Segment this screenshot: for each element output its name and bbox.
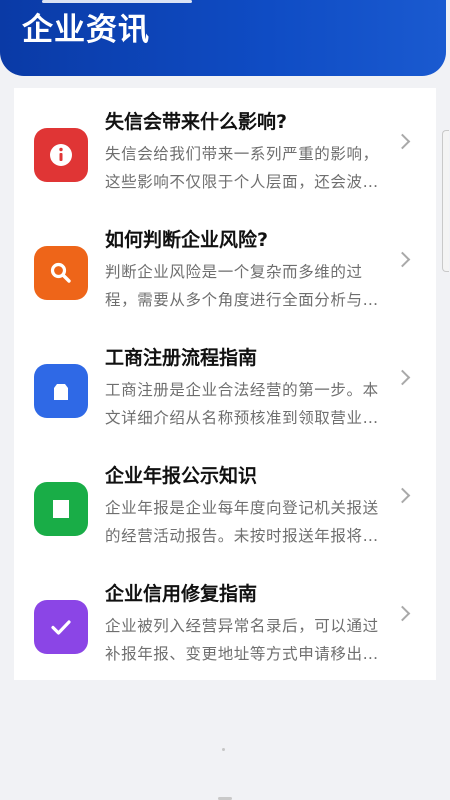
chevron-right-icon	[394, 605, 411, 622]
news-title: 企业年报公示知识	[105, 465, 258, 487]
building-icon	[34, 364, 88, 418]
news-item-credit-repair[interactable]: 企业信用修复指南 企业被列入经营异常名录后，可以通过补报年报、变更地址等方式申请…	[14, 560, 436, 678]
search-icon	[34, 246, 88, 300]
info-icon	[34, 128, 88, 182]
news-summary: 工商注册是企业合法经营的第一步。本文详细介绍从名称预核准到领取营业执照的流程。	[105, 381, 379, 427]
news-summary: 判断企业风险是一个复杂而多维的过程，需要从多个角度进行全面分析与评估。	[105, 263, 379, 309]
news-item-registration-guide[interactable]: 工商注册流程指南 工商注册是企业合法经营的第一步。本文详细介绍从名称预核准到领取…	[14, 324, 436, 442]
news-summary: 失信会给我们带来一系列严重的影响，这些影响不仅限于个人层面，还会波及企业和社会。	[105, 145, 379, 191]
news-summary: 企业被列入经营异常名录后，可以通过补报年报、变更地址等方式申请移出，恢复企业信用…	[105, 617, 379, 663]
chevron-right-icon	[394, 487, 411, 504]
news-item-annual-report[interactable]: 企业年报公示知识 企业年报是企业每年度向登记机关报送的经营活动报告。未按时报送年…	[14, 442, 436, 560]
news-item-risk-judgement[interactable]: 如何判断企业风险? 判断企业风险是一个复杂而多维的过程，需要从多个角度进行全面分…	[14, 206, 436, 324]
news-item-credit-impact[interactable]: 失信会带来什么影响? 失信会给我们带来一系列严重的影响，这些影响不仅限于个人层面…	[14, 88, 436, 206]
news-title: 失信会带来什么影响?	[105, 111, 288, 133]
app-header: 企业资讯	[0, 0, 446, 76]
header-decoration	[42, 0, 192, 3]
news-title: 工商注册流程指南	[105, 347, 258, 369]
chevron-right-icon	[394, 133, 411, 150]
news-list: 失信会带来什么影响? 失信会给我们带来一系列严重的影响，这些影响不仅限于个人层面…	[14, 88, 436, 680]
chevron-right-icon	[394, 369, 411, 386]
chevron-right-icon	[394, 251, 411, 268]
check-icon	[34, 600, 88, 654]
document-icon	[34, 482, 88, 536]
news-title: 如何判断企业风险?	[105, 229, 269, 251]
page-title: 企业资讯	[22, 12, 150, 48]
news-title: 企业信用修复指南	[105, 583, 258, 605]
news-summary: 企业年报是企业每年度向登记机关报送的经营活动报告。未按时报送年报将被列入经营异常…	[105, 499, 379, 545]
page-indicator	[222, 748, 225, 751]
scrollbar[interactable]	[442, 130, 449, 272]
